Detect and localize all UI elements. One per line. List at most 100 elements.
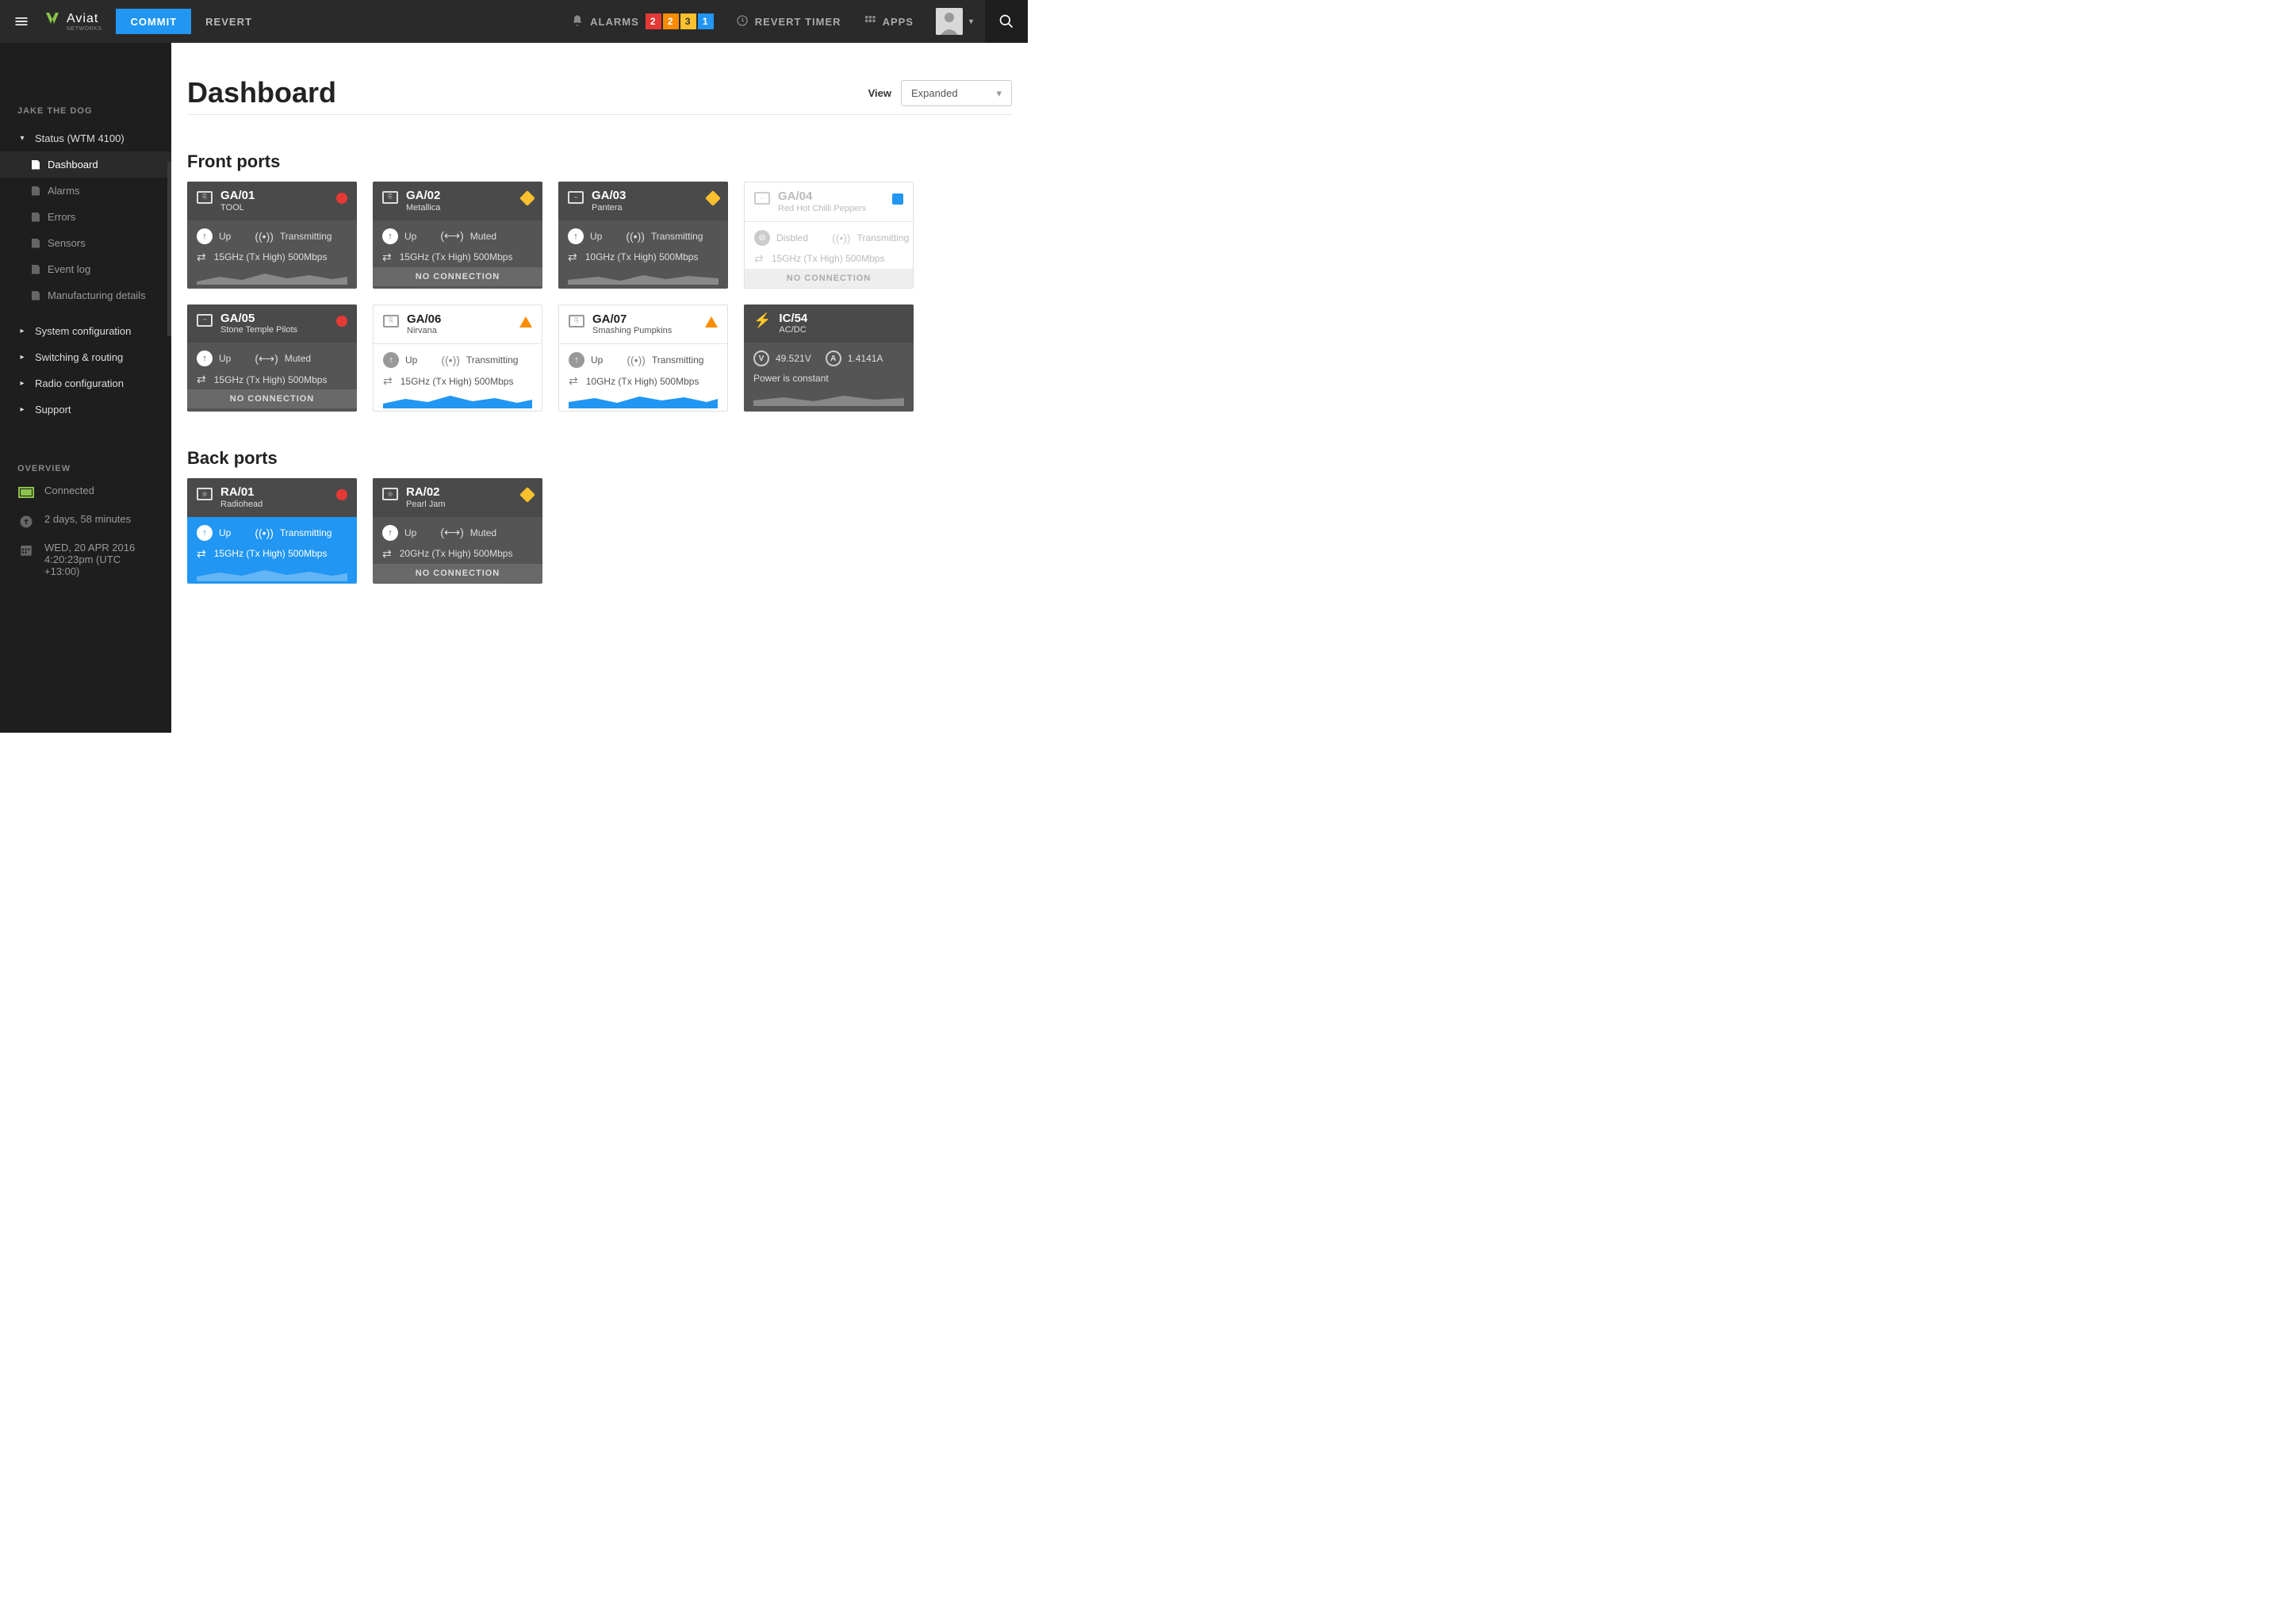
freq-label: 10GHz (Tx High) 500Mbps (585, 251, 699, 262)
chevron-right-icon: ▸ (17, 353, 27, 362)
up-label: Up (590, 231, 602, 242)
timer-icon (736, 14, 749, 29)
swap-icon: ⇄ (569, 374, 578, 388)
port-card-ga03[interactable]: ◦◦ GA/03Pantera ↑Up ((•))Transmitting ⇄1… (558, 182, 728, 289)
port-card-ra02[interactable]: ◎ RA/02Pearl Jam ↑Up (⟷)Muted ⇄20GHz (Tx… (373, 478, 542, 584)
sidebar-item-label: Dashboard (48, 159, 98, 170)
sidebar-group-system[interactable]: ▸System configuration (0, 318, 171, 344)
port-card-ga05[interactable]: ◦◦ GA/05Stone Temple Pilots ↑Up (⟷)Muted… (187, 304, 357, 412)
sidebar-item-label: Sensors (48, 237, 86, 249)
port-icon: ⎘ (382, 191, 398, 204)
amperage-value: 1.4141A (848, 353, 883, 364)
port-card-ic54[interactable]: ⚡ IC/54AC/DC V49.521V A1.4141A Power is … (744, 304, 914, 412)
revert-button[interactable]: REVERT (191, 9, 266, 34)
swap-icon: ⇄ (382, 547, 392, 561)
port-card-ga04[interactable]: ◦◦ GA/04Red Hot Chilli Peppers ⊘Disbled … (744, 182, 914, 289)
brand-logo[interactable]: Aviat NETWORKS (43, 11, 102, 32)
card-id: GA/07 (592, 313, 672, 327)
sparkline (568, 267, 719, 285)
sidebar-item-alarms[interactable]: Alarms (0, 178, 171, 204)
port-card-ga07[interactable]: ⎘ GA/07Smashing Pumpkins ↑Up ((•))Transm… (558, 304, 728, 412)
port-icon: ⎘ (569, 315, 584, 327)
port-card-ra01[interactable]: ◎ RA/01Radiohead ↑Up ((•))Transmitting ⇄… (187, 478, 357, 584)
tx-label: Transmitting (280, 231, 332, 242)
sidebar-item-label: Errors (48, 211, 75, 223)
status-indicator-critical (336, 193, 347, 204)
sidebar-group-radio[interactable]: ▸Radio configuration (0, 370, 171, 396)
card-name: Nirvana (407, 326, 441, 335)
apps-nav[interactable]: APPS (853, 0, 925, 43)
user-menu[interactable]: ▾ (925, 0, 985, 43)
no-connection-bar: NO CONNECTION (745, 269, 913, 288)
card-id: IC/54 (779, 312, 807, 326)
card-name: Metallica (406, 203, 440, 213)
document-icon (32, 213, 40, 222)
sparkline (383, 391, 532, 408)
alarms-nav[interactable]: ALARMS 2 2 3 1 (560, 0, 725, 43)
port-card-ga02[interactable]: ⎘ GA/02Metallica ↑Up (⟷)Muted ⇄15GHz (Tx… (373, 182, 542, 289)
card-name: Red Hot Chilli Peppers (778, 204, 866, 213)
no-connection-bar: NO CONNECTION (373, 267, 542, 286)
freq-label: 15GHz (Tx High) 500Mbps (214, 548, 328, 559)
up-label: Up (591, 354, 603, 366)
up-label: Up (219, 353, 231, 364)
freq-label: 15GHz (Tx High) 500Mbps (400, 251, 513, 262)
card-id: GA/02 (406, 190, 440, 203)
sidebar-item-errors[interactable]: Errors (0, 204, 171, 230)
status-indicator-major (519, 316, 532, 327)
revert-timer-label: REVERT TIMER (755, 16, 841, 28)
document-icon (32, 291, 40, 301)
overview-datetime: WED, 20 APR 2016 4:20:23pm (UTC +13:00) (17, 542, 154, 577)
hamburger-icon[interactable] (0, 13, 43, 29)
tx-label: Transmitting (857, 232, 910, 243)
no-connection-bar: NO CONNECTION (373, 564, 542, 583)
signal-icon: ((•)) (832, 232, 851, 244)
disabled-icon: ⊘ (754, 230, 770, 246)
calendar-icon (17, 542, 35, 559)
freq-label: 15GHz (Tx High) 500Mbps (214, 251, 328, 262)
revert-timer-nav[interactable]: REVERT TIMER (725, 0, 853, 43)
view-select[interactable]: Expanded (901, 80, 1012, 106)
sidebar-item-sensors[interactable]: Sensors (0, 230, 171, 256)
muted-label: Muted (470, 527, 496, 538)
signal-icon: ((•)) (255, 527, 274, 539)
sidebar-item-label: Alarms (48, 185, 79, 197)
card-id: GA/01 (220, 190, 255, 203)
back-ports-title: Back ports (187, 448, 1012, 469)
document-icon (32, 186, 40, 196)
port-card-ga01[interactable]: ⎘ GA/01TOOL ↑Up ((•))Transmitting ⇄15GHz… (187, 182, 357, 289)
port-card-ga06[interactable]: ⎘ GA/06Nirvana ↑Up ((•))Transmitting ⇄15… (373, 304, 542, 412)
bolt-icon: ⚡ (753, 312, 771, 329)
sidebar-item-eventlog[interactable]: Event log (0, 256, 171, 282)
sidebar-user-label: JAKE THE DOG (0, 106, 171, 125)
alarms-label: ALARMS (590, 16, 639, 28)
card-id: GA/04 (778, 190, 866, 204)
sidebar-item-manufacturing[interactable]: Manufacturing details (0, 282, 171, 308)
sidebar: JAKE THE DOG ▾ Status (WTM 4100) Dashboa… (0, 43, 171, 733)
sparkline (197, 564, 347, 581)
commit-button[interactable]: COMMIT (116, 9, 191, 34)
search-button[interactable] (985, 0, 1028, 43)
antenna-icon: ◎ (197, 488, 213, 500)
sidebar-item-dashboard[interactable]: Dashboard (0, 151, 171, 178)
sidebar-group-support[interactable]: ▸Support (0, 396, 171, 423)
page-title: Dashboard (187, 76, 336, 109)
commit-revert-group: COMMIT REVERT (116, 9, 266, 34)
sidebar-group-switching[interactable]: ▸Switching & routing (0, 344, 171, 370)
port-icon: ⎘ (383, 315, 399, 327)
brand-name: Aviat (67, 12, 98, 25)
card-id: GA/03 (592, 190, 626, 203)
scrollbar[interactable] (167, 162, 171, 336)
signal-muted-icon: (⟷) (255, 352, 278, 366)
voltage-value: 49.521V (776, 353, 811, 364)
status-indicator-info (892, 193, 903, 205)
overview-uptime: 2 days, 58 minutes (17, 513, 154, 530)
overview-connected-label: Connected (44, 485, 94, 496)
overview-uptime-label: 2 days, 58 minutes (44, 513, 131, 525)
card-name: Stone Temple Pilots (220, 325, 297, 335)
document-icon (32, 160, 40, 170)
port-icon: ◦◦ (754, 192, 770, 205)
swap-icon: ⇄ (197, 251, 206, 264)
sidebar-status-group[interactable]: ▾ Status (WTM 4100) (0, 125, 171, 151)
apps-grid-icon (864, 14, 876, 29)
